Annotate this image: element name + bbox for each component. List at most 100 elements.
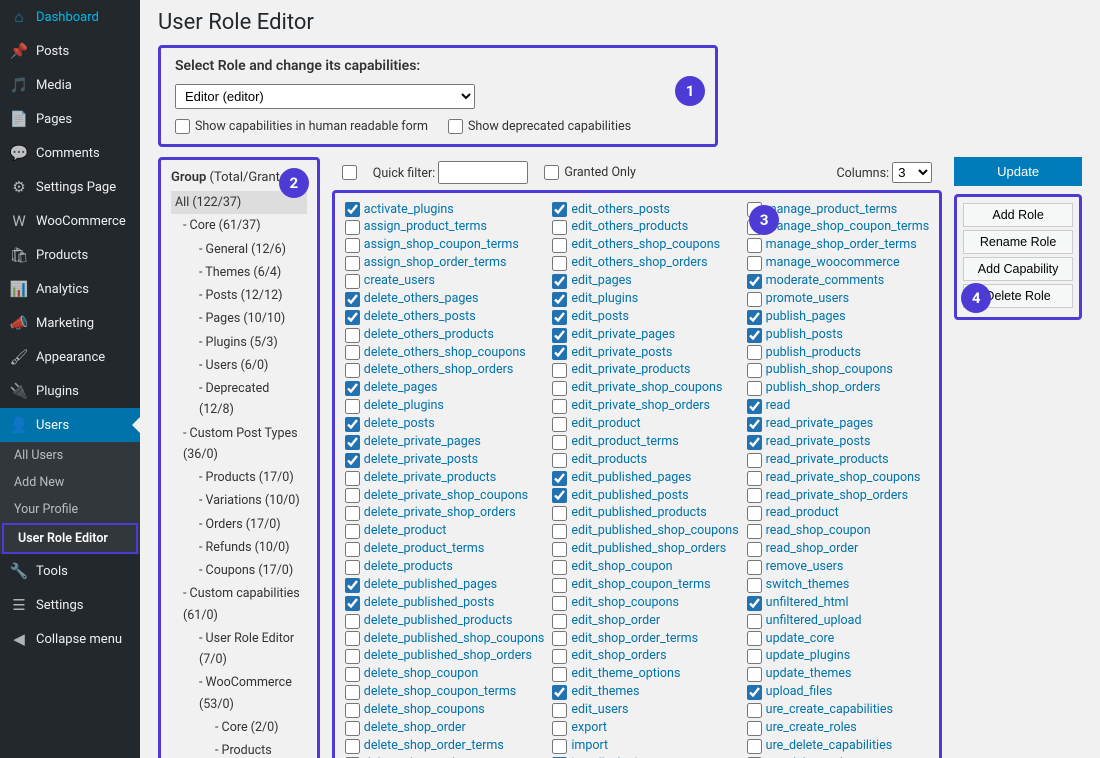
sidebar-item-posts[interactable]: 📌Posts — [0, 34, 140, 68]
capability-item[interactable]: edit_pages — [552, 273, 738, 291]
capability-item[interactable]: manage_woocommerce — [747, 255, 930, 273]
capability-checkbox[interactable] — [747, 399, 762, 414]
columns-select[interactable]: 3 — [892, 162, 932, 183]
capability-item[interactable]: read_shop_order — [747, 541, 930, 559]
capability-item[interactable]: delete_shop_order — [345, 719, 545, 737]
capability-item[interactable]: read_private_pages — [747, 416, 930, 434]
capability-checkbox[interactable] — [747, 274, 762, 289]
capability-item[interactable]: publish_pages — [747, 308, 930, 326]
capability-checkbox[interactable] — [552, 274, 567, 289]
capability-checkbox[interactable] — [345, 667, 360, 682]
capability-checkbox[interactable] — [552, 345, 567, 360]
tree-item[interactable]: - Themes (6/4) — [171, 261, 307, 284]
capability-item[interactable]: import — [552, 737, 738, 755]
capability-item[interactable]: ure_create_capabilities — [747, 702, 930, 720]
capability-item[interactable]: delete_product — [345, 523, 545, 541]
capability-checkbox[interactable] — [747, 524, 762, 539]
capability-checkbox[interactable] — [345, 542, 360, 557]
capability-item[interactable]: edit_theme_options — [552, 666, 738, 684]
capability-checkbox[interactable] — [747, 542, 762, 557]
capability-checkbox[interactable] — [345, 631, 360, 646]
capability-checkbox[interactable] — [552, 578, 567, 593]
capability-checkbox[interactable] — [747, 578, 762, 593]
capability-checkbox[interactable] — [345, 435, 360, 450]
select-all-checkbox[interactable] — [342, 165, 357, 180]
capability-checkbox[interactable] — [345, 292, 360, 307]
capability-item[interactable]: edit_published_shop_coupons — [552, 523, 738, 541]
capability-item[interactable]: create_users — [345, 273, 545, 291]
capability-checkbox[interactable] — [552, 381, 567, 396]
capability-item[interactable]: edit_themes — [552, 684, 738, 702]
capability-checkbox[interactable] — [747, 721, 762, 736]
capability-checkbox[interactable] — [747, 703, 762, 718]
tree-item[interactable]: - General (12/6) — [171, 238, 307, 261]
capability-item[interactable]: edit_products — [552, 451, 738, 469]
rename-role-button[interactable]: Rename Role — [963, 230, 1073, 254]
tree-item[interactable]: - Core (2/0) — [171, 716, 307, 739]
capability-item[interactable]: assign_shop_order_terms — [345, 255, 545, 273]
sidebar-item-plugins[interactable]: 🔌Plugins — [0, 374, 140, 408]
capability-checkbox[interactable] — [345, 381, 360, 396]
capability-checkbox[interactable] — [552, 453, 567, 468]
capability-item[interactable]: delete_plugins — [345, 398, 545, 416]
tree-item[interactable]: - Posts (12/12) — [171, 284, 307, 307]
capability-checkbox[interactable] — [552, 667, 567, 682]
capability-item[interactable]: edit_published_pages — [552, 469, 738, 487]
capability-checkbox[interactable] — [345, 399, 360, 414]
capability-item[interactable]: moderate_comments — [747, 273, 930, 291]
capability-checkbox[interactable] — [552, 417, 567, 432]
capability-item[interactable]: activate_plugins — [345, 201, 545, 219]
capability-item[interactable]: upload_files — [747, 684, 930, 702]
submenu-all-users[interactable]: All Users — [0, 442, 140, 469]
submenu-your-profile[interactable]: Your Profile — [0, 496, 140, 523]
capability-checkbox[interactable] — [747, 506, 762, 521]
capability-checkbox[interactable] — [345, 524, 360, 539]
capability-checkbox[interactable] — [345, 363, 360, 378]
capability-item[interactable]: read_private_shop_orders — [747, 487, 930, 505]
capability-item[interactable]: ure_create_roles — [747, 719, 930, 737]
sidebar-item-woocommerce[interactable]: WWooCommerce — [0, 204, 140, 238]
capability-checkbox[interactable] — [345, 256, 360, 271]
capability-item[interactable]: delete_shop_coupons — [345, 702, 545, 720]
submenu-add-new[interactable]: Add New — [0, 469, 140, 496]
capability-checkbox[interactable] — [552, 596, 567, 611]
capability-checkbox[interactable] — [747, 256, 762, 271]
capability-checkbox[interactable] — [552, 488, 567, 503]
capability-item[interactable]: edit_others_posts — [552, 201, 738, 219]
quick-filter-input[interactable] — [438, 161, 528, 184]
capability-checkbox[interactable] — [747, 685, 762, 700]
add-role-button[interactable]: Add Role — [963, 203, 1073, 227]
capability-item[interactable]: export — [552, 719, 738, 737]
sidebar-item-comments[interactable]: 💬Comments — [0, 136, 140, 170]
capability-checkbox[interactable] — [345, 345, 360, 360]
capability-item[interactable]: publish_products — [747, 344, 930, 362]
capability-checkbox[interactable] — [552, 560, 567, 575]
capability-item[interactable]: edit_private_posts — [552, 344, 738, 362]
capability-checkbox[interactable] — [747, 363, 762, 378]
capability-item[interactable]: ure_delete_capabilities — [747, 737, 930, 755]
capability-checkbox[interactable] — [345, 220, 360, 235]
capability-checkbox[interactable] — [552, 471, 567, 486]
capability-checkbox[interactable] — [552, 435, 567, 450]
capability-checkbox[interactable] — [345, 310, 360, 325]
capability-item[interactable]: delete_shop_coupon — [345, 666, 545, 684]
capability-checkbox[interactable] — [747, 596, 762, 611]
capability-item[interactable]: delete_others_shop_coupons — [345, 344, 545, 362]
capability-item[interactable]: edit_product — [552, 416, 738, 434]
capability-checkbox[interactable] — [345, 596, 360, 611]
capability-item[interactable]: edit_published_products — [552, 505, 738, 523]
granted-only-toggle[interactable]: Granted Only — [544, 165, 636, 180]
update-button[interactable]: Update — [954, 157, 1082, 186]
capability-checkbox[interactable] — [345, 739, 360, 754]
capability-item[interactable]: read_private_posts — [747, 433, 930, 451]
capability-checkbox[interactable] — [345, 274, 360, 289]
capability-item[interactable]: edit_shop_coupons — [552, 594, 738, 612]
capability-checkbox[interactable] — [747, 453, 762, 468]
capability-item[interactable]: delete_private_shop_orders — [345, 505, 545, 523]
capability-item[interactable]: delete_shop_coupon_terms — [345, 684, 545, 702]
capability-checkbox[interactable] — [345, 488, 360, 503]
capability-checkbox[interactable] — [345, 703, 360, 718]
capability-item[interactable]: read_private_shop_coupons — [747, 469, 930, 487]
capability-checkbox[interactable] — [552, 238, 567, 253]
capability-checkbox[interactable] — [552, 739, 567, 754]
